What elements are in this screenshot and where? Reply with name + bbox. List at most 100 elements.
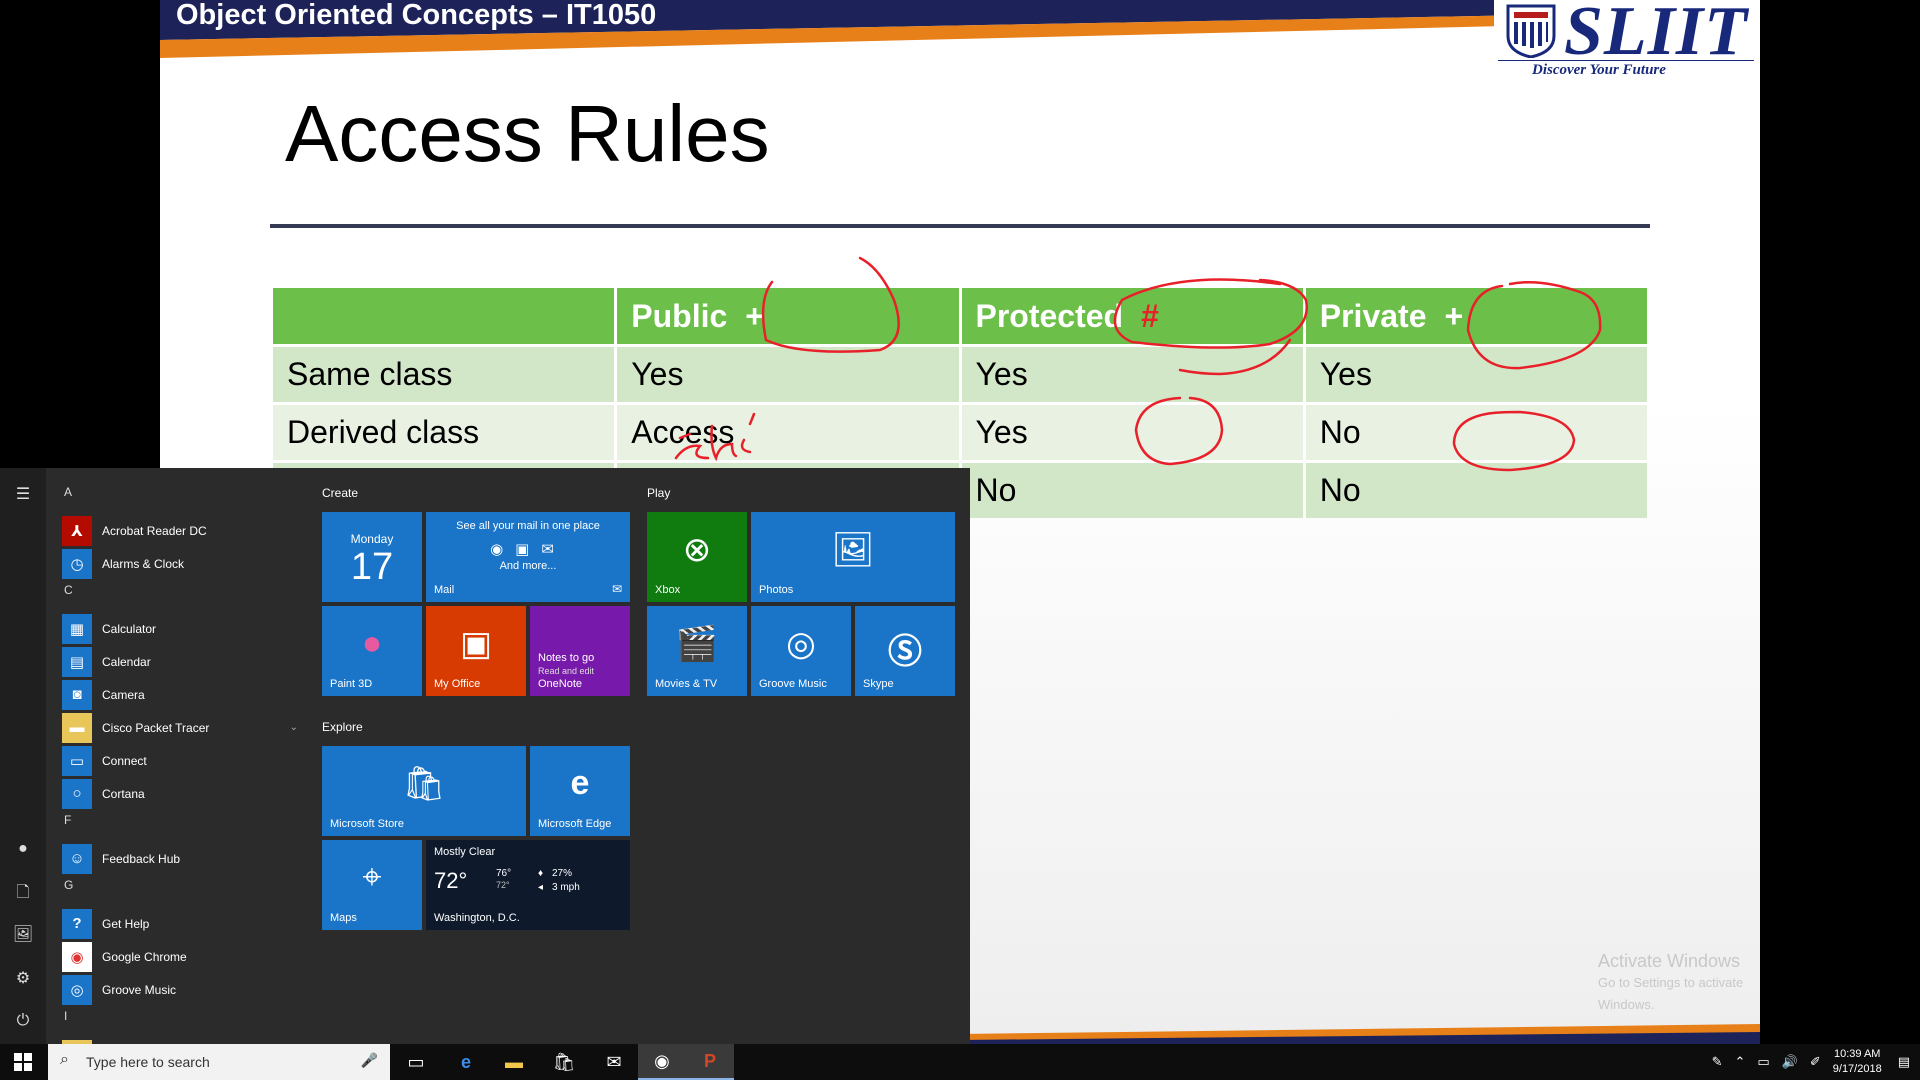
- pen-icon[interactable]: ✐: [1810, 1054, 1821, 1070]
- app-list-item-label: Calendar: [102, 654, 151, 669]
- mail-taskbar-icon[interactable]: ✉: [590, 1044, 638, 1080]
- windows-logo-icon: [14, 1053, 32, 1071]
- weather-location: Washington, D.C.: [434, 912, 520, 924]
- tile-label: Movies & TV: [655, 678, 718, 690]
- slide-header-bar: Object Oriented Concepts – IT1050: [160, 0, 1590, 62]
- app-list-item-label: Feedback Hub: [102, 851, 181, 866]
- tile-label: Xbox: [655, 584, 681, 596]
- tile-label: Mail: [434, 584, 455, 596]
- cortana-icon: ○: [62, 778, 92, 809]
- clapper-icon: 🎬: [675, 625, 719, 663]
- tile-microsoft-edge[interactable]: e Microsoft Edge: [530, 746, 630, 836]
- app-list-item-label: Groove Music: [102, 982, 177, 997]
- feedback-icon: ☺: [62, 843, 92, 874]
- volume-icon[interactable]: 🔊: [1782, 1054, 1798, 1070]
- group-title-play: Play: [647, 486, 671, 500]
- store-taskbar-icon[interactable]: 🛍: [540, 1044, 588, 1080]
- start-button[interactable]: [0, 1044, 46, 1080]
- pen-workspace-icon[interactable]: ✎: [1712, 1054, 1723, 1070]
- tile-skype[interactable]: Ⓢ Skype: [855, 606, 955, 696]
- action-center-icon[interactable]: ▤: [1898, 1054, 1910, 1070]
- app-list-letter-header[interactable]: I: [56, 1006, 306, 1038]
- mail-provider-icons: ◉▣✉: [490, 541, 566, 558]
- tile-onenote[interactable]: Notes to go Read and edit OneNote: [530, 606, 630, 696]
- show-hidden-icons-chevron-icon[interactable]: ⌃: [1734, 1054, 1745, 1070]
- app-list-item[interactable]: ◉ Google Chrome: [56, 940, 306, 973]
- tile-maps[interactable]: ⌖ Maps: [322, 840, 422, 930]
- logo-divider: [1498, 60, 1754, 61]
- paint-3d-icon: ●: [361, 624, 383, 662]
- tile-calendar[interactable]: Monday 17: [322, 512, 422, 602]
- network-icon[interactable]: ▭: [1757, 1054, 1769, 1070]
- row-label: Derived class: [273, 402, 615, 460]
- watermark-subtitle: Go to Settings to activate Windows.: [1598, 975, 1744, 1012]
- acrobat-icon: ⅄: [62, 515, 92, 546]
- logo-tagline: Discover Your Future: [1532, 62, 1666, 78]
- power-icon[interactable]: ⏻: [12, 1010, 34, 1032]
- file-explorer-icon[interactable]: ▬: [490, 1044, 538, 1080]
- app-list-item-label: Cisco Packet Tracer: [102, 720, 210, 735]
- app-list-item[interactable]: ? Get Help: [56, 907, 306, 940]
- hamburger-menu-icon[interactable]: ☰: [12, 484, 34, 506]
- cell-protected: No: [961, 460, 1303, 518]
- app-list-item[interactable]: ⅄ Acrobat Reader DC: [56, 514, 306, 547]
- onenote-line-1: Notes to go: [538, 652, 595, 664]
- app-list-letter-header[interactable]: C: [56, 580, 306, 612]
- tile-label: Photos: [759, 584, 794, 596]
- tile-label: Microsoft Edge: [538, 818, 612, 830]
- user-avatar-icon[interactable]: ●: [12, 838, 34, 860]
- camera-icon: ◙: [62, 679, 92, 710]
- chrome-taskbar-icon[interactable]: ◉: [638, 1044, 686, 1080]
- powerpoint-taskbar-icon[interactable]: P: [686, 1044, 734, 1080]
- app-list-letter-header[interactable]: A: [56, 482, 306, 514]
- app-list-item[interactable]: ◷ Alarms & Clock: [56, 547, 306, 580]
- private-symbol: +: [1444, 297, 1464, 334]
- weather-humidity: 27%: [552, 868, 573, 879]
- weather-condition: Mostly Clear: [434, 846, 496, 858]
- calendar-icon: ▤: [62, 646, 92, 677]
- connect-icon: ▭: [62, 745, 92, 776]
- settings-gear-icon[interactable]: ⚙: [12, 968, 34, 990]
- alarm-clock-icon: ◷: [62, 548, 92, 579]
- edge-taskbar-icon[interactable]: e: [442, 1044, 490, 1080]
- tile-microsoft-store[interactable]: 🛍 Microsoft Store: [322, 746, 526, 836]
- tile-movies-tv[interactable]: 🎬 Movies & TV: [647, 606, 747, 696]
- app-list-item[interactable]: ◙ Camera: [56, 678, 306, 711]
- app-list-item[interactable]: ▦ Calculator: [56, 612, 306, 645]
- tile-groove-music[interactable]: ◎ Groove Music: [751, 606, 851, 696]
- table-row: Same class Yes Yes Yes: [273, 344, 1647, 402]
- app-list-item[interactable]: ▤ Calendar: [56, 645, 306, 678]
- app-list-item[interactable]: ▭ Connect: [56, 744, 306, 777]
- tile-weather[interactable]: Mostly Clear 72° 76° 72° ♦ 27% ◂ 3 mph W…: [426, 840, 630, 930]
- app-list-item[interactable]: ▬ Cisco Packet Tracer ⌄: [56, 711, 306, 744]
- tile-mail[interactable]: See all your mail in one place ◉▣✉ And m…: [426, 512, 630, 602]
- app-list-item[interactable]: ◎ Groove Music: [56, 973, 306, 1006]
- start-menu: ☰ ● 🗋 🖼 ⚙ ⏻ A ⅄ Acrobat Reader DC ◷ Alarms &…: [0, 468, 970, 1044]
- weather-high: 76°: [496, 868, 512, 879]
- documents-icon[interactable]: 🗋: [12, 882, 34, 904]
- task-view-icon[interactable]: ▭: [392, 1044, 440, 1080]
- app-list-letter-header[interactable]: F: [56, 810, 306, 842]
- app-list-item-label: Acrobat Reader DC: [102, 523, 207, 538]
- tile-xbox[interactable]: ⊗ Xbox: [647, 512, 747, 602]
- microphone-icon[interactable]: 🎤: [361, 1052, 378, 1069]
- app-list-item[interactable]: ○ Cortana: [56, 777, 306, 810]
- taskbar-search-box[interactable]: ⌕ Type here to search 🎤: [48, 1044, 390, 1080]
- tile-photos[interactable]: 🖼 Photos: [751, 512, 955, 602]
- taskbar-clock[interactable]: 10:39 AM 9/17/2018: [1833, 1047, 1882, 1077]
- tile-paint-3d[interactable]: ● Paint 3D: [322, 606, 422, 696]
- clock-time: 10:39 AM: [1833, 1048, 1881, 1060]
- tile-my-office[interactable]: ▣ My Office: [426, 606, 526, 696]
- calendar-day: Monday: [350, 532, 394, 546]
- mail-more: And more...: [499, 560, 557, 572]
- pictures-icon[interactable]: 🖼: [12, 924, 34, 946]
- chevron-down-icon[interactable]: ⌄: [290, 722, 298, 733]
- chrome-icon: ◉: [62, 941, 92, 972]
- app-list-letter-header[interactable]: G: [56, 875, 306, 907]
- app-list-item[interactable]: ☺ Feedback Hub: [56, 842, 306, 875]
- cell-private: Yes: [1305, 344, 1647, 402]
- table-header-public: Public +: [617, 288, 959, 344]
- onenote-line-2: Read and edit: [538, 666, 595, 676]
- photos-icon: 🖼: [831, 531, 875, 569]
- app-list-item-label: Cortana: [102, 786, 145, 801]
